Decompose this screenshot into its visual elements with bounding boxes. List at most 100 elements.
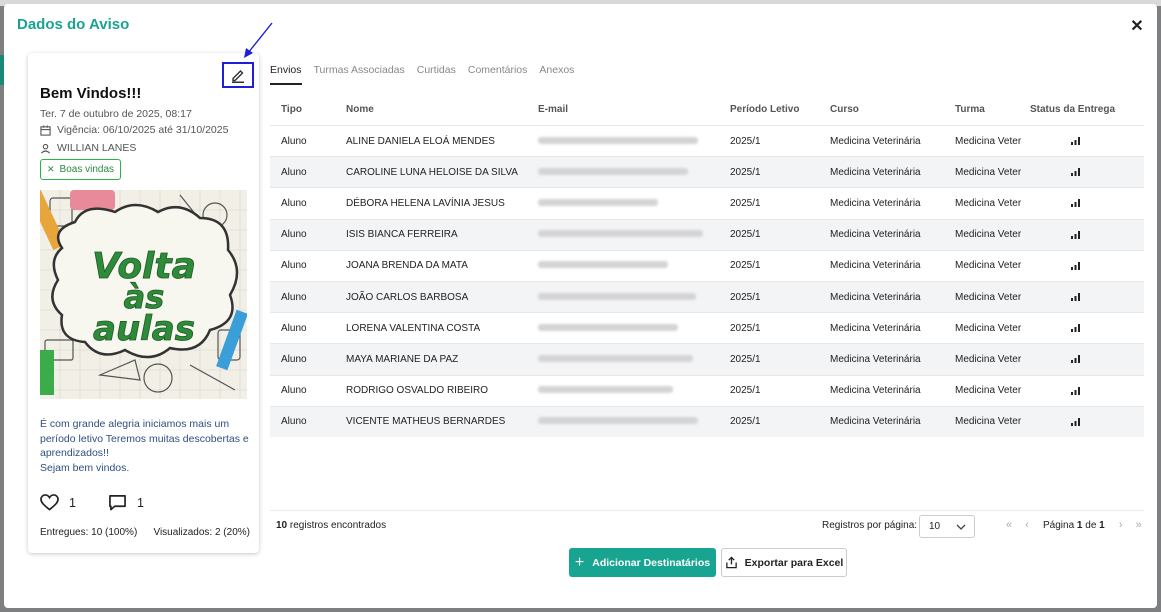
tag-chip[interactable]: ✕ Boas vindas: [40, 159, 122, 180]
per-page-select[interactable]: 10: [919, 515, 975, 538]
cell-email: [538, 385, 730, 396]
cell-nome: MAYA MARIANE DA PAZ: [346, 353, 459, 365]
cell-periodo: 2025/1: [730, 166, 761, 178]
cell-tipo: Aluno: [281, 135, 307, 147]
cell-periodo: 2025/1: [730, 353, 761, 365]
cell-nome: LORENA VALENTINA COSTA: [346, 322, 481, 334]
notice-dialog: Dados do Aviso ✕ Bem Vindos!!! Ter. 7 de…: [4, 4, 1157, 608]
cell-curso: Medicina Veterinária: [830, 135, 921, 147]
table-row[interactable]: Aluno MAYA MARIANE DA PAZ 2025/1 Medicina V…: [270, 343, 1144, 375]
add-recipients-label: Adicionar Destinatários: [592, 556, 711, 569]
pencil-icon: [232, 70, 244, 83]
redacted-email: [538, 417, 698, 425]
table-row[interactable]: Aluno ALINE DANIELA ELOÁ MENDES 2025/1 Medi…: [270, 125, 1144, 156]
tab-anexos[interactable]: Anexos: [539, 61, 574, 85]
cell-email: [538, 323, 730, 334]
table-row[interactable]: Aluno ISIS BIANCA FERREIRA 2025/1 Medicina …: [270, 218, 1144, 250]
cell-curso: Medicina Veterinária: [830, 260, 921, 272]
cell-periodo: 2025/1: [730, 197, 761, 209]
header-nome[interactable]: Nome: [346, 104, 538, 115]
cell-curso: Medicina Veterinária: [830, 416, 921, 428]
author-name: WILLIAN LANES: [57, 142, 137, 154]
close-icon: ✕: [1130, 18, 1144, 35]
header-email[interactable]: E-mail: [538, 104, 730, 115]
signal-bars-icon: [1070, 293, 1080, 302]
table-divider: [270, 510, 1144, 511]
cell-tipo: Aluno: [281, 229, 307, 241]
add-recipients-button[interactable]: + Adicionar Destinatários: [569, 548, 716, 577]
cell-status: [1030, 261, 1120, 270]
redacted-email: [538, 292, 696, 300]
tab-envios[interactable]: Envios: [270, 61, 302, 85]
signal-bars-icon: [1070, 168, 1080, 177]
header-turma[interactable]: Turma: [955, 104, 1030, 115]
cell-tipo: Aluno: [281, 385, 307, 397]
table-row[interactable]: Aluno DÉBORA HELENA LAVÍNIA JESUS 2025/1 Me…: [270, 187, 1144, 218]
cell-periodo: 2025/1: [730, 322, 761, 334]
header-periodo[interactable]: Período Letivo: [730, 104, 830, 115]
edit-button[interactable]: [222, 62, 254, 88]
heart-icon: [40, 494, 59, 511]
page-of: de: [1082, 519, 1100, 531]
table-body: Aluno ALINE DANIELA ELOÁ MENDES 2025/1 Medi…: [270, 125, 1144, 437]
signal-bars-icon: [1070, 137, 1080, 146]
cell-status: [1030, 168, 1120, 177]
tab-comentarios[interactable]: Comentários: [468, 61, 528, 85]
cell-periodo: 2025/1: [730, 229, 761, 241]
per-page-label: Registros por página:: [822, 520, 918, 531]
cell-curso: Medicina Veterinária: [830, 229, 921, 241]
like-button[interactable]: 1: [40, 494, 76, 511]
table-row[interactable]: Aluno JOÃO CARLOS BARBOSA 2025/1 Medicina V…: [270, 280, 1144, 313]
cell-periodo: 2025/1: [730, 135, 761, 147]
table-row[interactable]: Aluno RODRIGO OSVALDO RIBEIRO 2025/1 Medici…: [270, 374, 1144, 406]
cell-nome: CAROLINE LUNA HELOISE DA SILVA: [346, 166, 518, 178]
cell-tipo: Aluno: [281, 260, 307, 272]
calendar-icon: [40, 124, 51, 136]
header-tipo[interactable]: Tipo: [270, 104, 346, 115]
cell-nome: ALINE DANIELA ELOÁ MENDES: [346, 135, 495, 147]
tab-curtidas[interactable]: Curtidas: [417, 61, 456, 85]
cell-tipo: Aluno: [281, 416, 307, 428]
cell-email: [538, 167, 730, 178]
delivery-stats: Entregues: 10 (100%) Visualizados: 2 (20…: [40, 527, 250, 538]
cell-curso: Medicina Veterinária: [830, 197, 921, 209]
table-row[interactable]: Aluno CAROLINE LUNA HELOISE DA SILVA 2025/…: [270, 156, 1144, 188]
signal-bars-icon: [1070, 324, 1080, 333]
notice-date: Ter. 7 de outubro de 2025, 08:17: [40, 108, 192, 120]
pagination: « ‹ Página 1 de 1 › »: [1000, 519, 1148, 531]
cell-status: [1030, 293, 1120, 302]
notice-body-line: Sejam bem vindos.: [40, 461, 130, 474]
comments-button[interactable]: 1: [108, 494, 144, 511]
header-curso[interactable]: Curso: [830, 104, 955, 115]
cell-turma: Medicina Veter: [955, 385, 1022, 397]
page-total: 1: [1099, 519, 1105, 531]
table-row[interactable]: Aluno VICENTE MATHEUS BERNARDES 2025/1 Medi…: [270, 405, 1144, 437]
cell-curso: Medicina Veterinária: [830, 166, 921, 178]
first-page-icon[interactable]: «: [1000, 519, 1018, 531]
table-row[interactable]: Aluno LORENA VALENTINA COSTA 2025/1 Medicin…: [270, 312, 1144, 343]
cell-status: [1030, 417, 1120, 426]
signal-bars-icon: [1070, 386, 1080, 395]
signal-bars-icon: [1070, 230, 1080, 239]
close-button[interactable]: ✕: [1128, 18, 1146, 36]
tab-turmas-associadas[interactable]: Turmas Associadas: [314, 61, 405, 85]
export-excel-label: Exportar para Excel: [744, 556, 844, 569]
notice-body-line: É com grande alegria iniciamos mais um p…: [40, 418, 249, 459]
cell-nome: DÉBORA HELENA LAVÍNIA JESUS: [346, 197, 505, 209]
cell-periodo: 2025/1: [730, 385, 761, 397]
cell-curso: Medicina Veterinária: [830, 322, 921, 334]
last-page-icon[interactable]: »: [1130, 519, 1148, 531]
prev-page-icon[interactable]: ‹: [1018, 519, 1036, 531]
export-excel-button[interactable]: Exportar para Excel: [721, 548, 847, 577]
tag-remove-icon: ✕: [47, 164, 55, 174]
next-page-icon[interactable]: ›: [1112, 519, 1130, 531]
cell-status: [1030, 386, 1120, 395]
redacted-email: [538, 261, 668, 269]
cell-tipo: Aluno: [281, 322, 307, 334]
cell-email: [538, 292, 730, 303]
cell-turma: Medicina Veter: [955, 135, 1022, 147]
notice-author: WILLIAN LANES: [40, 142, 136, 154]
header-status[interactable]: Status da Entrega: [1030, 104, 1120, 115]
notice-image: Volta às aulas: [40, 190, 247, 399]
table-row[interactable]: Aluno JOANA BRENDA DA MATA 2025/1 Medicina …: [270, 249, 1144, 281]
